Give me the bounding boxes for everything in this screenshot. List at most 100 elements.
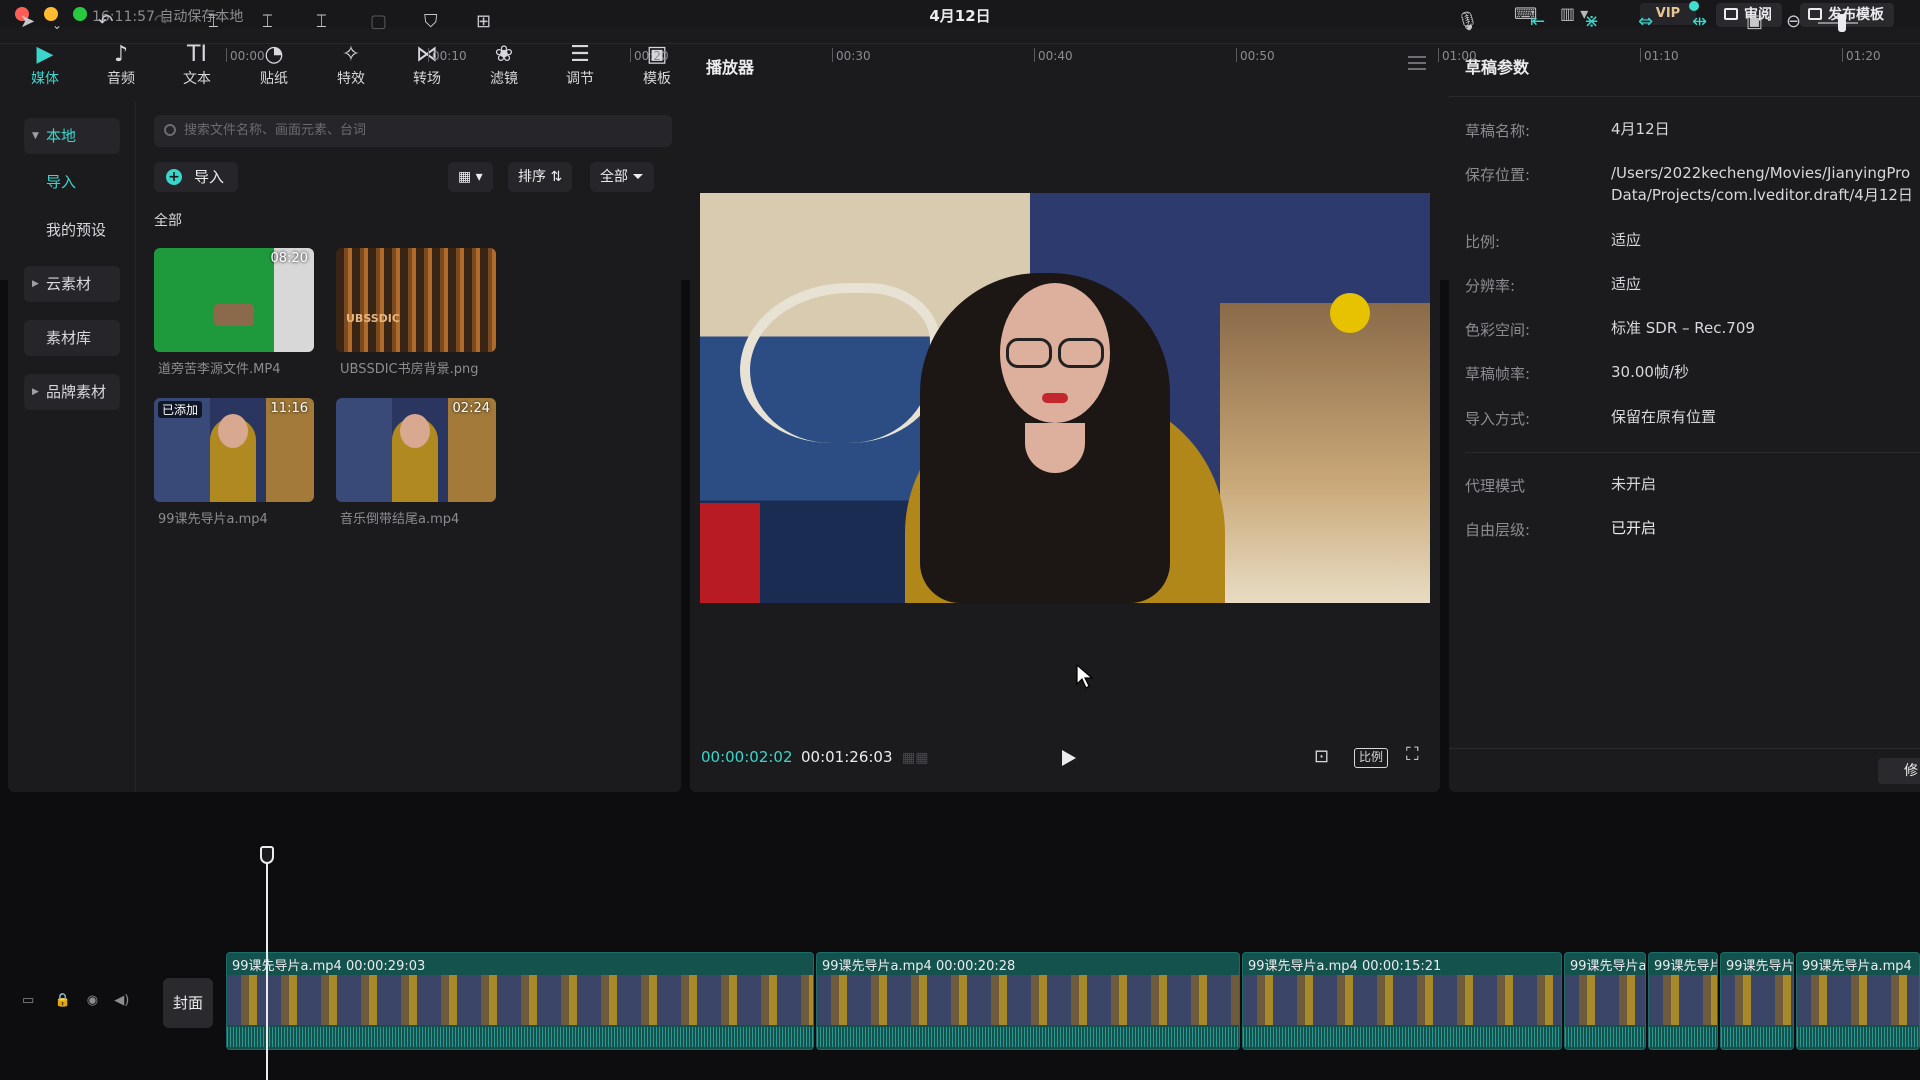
split-right-icon[interactable]: ⌶ <box>316 12 327 32</box>
nav-import[interactable]: 导入 <box>24 164 120 200</box>
redo-icon[interactable]: ↷ <box>154 12 169 32</box>
timecode-grid-icon[interactable]: ▦▦ <box>902 750 928 766</box>
section-label: 全部 <box>154 213 182 229</box>
playhead-handle[interactable] <box>260 846 274 864</box>
search-placeholder: 搜索文件名称、画面元素、台词 <box>184 123 367 138</box>
view-mode-button[interactable]: ▦ ▾ <box>448 162 493 192</box>
microphone-icon[interactable]: 🎙 <box>1456 12 1479 32</box>
timeline-preview-icon[interactable]: ▣ <box>1746 12 1763 32</box>
fullscreen-icon[interactable]: ⛶ <box>1406 744 1419 765</box>
audio-waveform <box>1649 1027 1717 1047</box>
video-clip[interactable]: 99课先导片a.mp4 00:00:15:21 <box>1242 952 1562 1050</box>
delete-icon[interactable]: ▢ <box>370 12 387 32</box>
main-track-magnet-icon[interactable]: ⇤ <box>1530 12 1545 32</box>
timeline-ruler[interactable]: 00:00 00:10 00:20 00:30 00:40 00:50 01:0… <box>218 48 1920 72</box>
ratio-button[interactable]: 比例 <box>1354 748 1389 768</box>
prop-value: 适应 <box>1611 275 1642 293</box>
prop-value: 保留在原有位置 <box>1611 408 1717 426</box>
divider <box>1449 96 1920 97</box>
category-label: 调节 <box>566 71 594 87</box>
zoom-fit-icon[interactable]: ⊡ <box>1314 746 1329 767</box>
thumbnail-duration: 08:20 <box>270 251 308 266</box>
nav-local[interactable]: ▼ 本地 <box>24 118 120 154</box>
nav-presets-label: 我的预设 <box>46 221 107 239</box>
clip-thumbnails <box>1721 975 1793 1025</box>
marker-icon[interactable]: ⛉ <box>424 12 438 32</box>
desk-area <box>1220 303 1430 603</box>
clip-label: 99课先导片 <box>1654 959 1718 974</box>
playhead[interactable] <box>266 848 268 1080</box>
media-thumbnail[interactable]: 02:24 <box>336 398 496 502</box>
video-clip[interactable]: 99课先导片 <box>1648 952 1718 1050</box>
split-left-icon[interactable]: ⌶ <box>262 12 273 32</box>
collapse-arrow-icon: ▶ <box>32 279 39 289</box>
zoom-slider-handle[interactable] <box>1838 14 1846 32</box>
added-badge: 已添加 <box>158 401 203 418</box>
filter-button[interactable]: 全部 ⏷ <box>590 162 654 192</box>
nav-cloud[interactable]: ▶ 云素材 <box>24 266 120 302</box>
clip-thumbnails <box>1243 975 1561 1025</box>
video-clip[interactable]: 99课先导片a.mp4 <box>1796 952 1920 1050</box>
prop-value: 标准 SDR – Rec.709 <box>1611 319 1755 337</box>
nav-library[interactable]: 素材库 <box>24 320 120 356</box>
zoom-out-icon[interactable]: ⊖ <box>1786 12 1801 32</box>
category-label: 特效 <box>337 71 365 87</box>
prop-value: 4月12日 <box>1611 120 1670 138</box>
auto-reframe-icon[interactable]: ⊞ <box>476 12 491 32</box>
cover-button[interactable]: 封面 <box>163 978 213 1028</box>
audio-waveform <box>817 1027 1239 1047</box>
category-label: 媒体 <box>31 71 59 87</box>
total-time: 00:01:26:03 <box>801 748 893 766</box>
red-chair <box>700 503 760 603</box>
speaker-icon[interactable]: ◀) <box>114 993 129 1008</box>
prop-value: 30.00帧/秒 <box>1611 363 1689 381</box>
lock-icon[interactable]: 🔒 <box>54 993 70 1008</box>
prop-label: 代理模式 <box>1465 477 1526 495</box>
ruler-tick-label: 00:40 <box>1038 49 1073 63</box>
linkage-icon[interactable]: ⇔ <box>1638 12 1653 32</box>
ruler-tick-label: 01:10 <box>1644 49 1679 63</box>
video-clip[interactable]: 99课先导片a <box>1564 952 1646 1050</box>
sort-button[interactable]: 排序 ⇅ <box>508 162 573 192</box>
clip-thumbnails <box>1565 975 1645 1025</box>
face-shape <box>218 414 248 448</box>
preview-axis-icon[interactable]: ⇹ <box>1692 12 1707 32</box>
prop-label: 比例: <box>1465 233 1501 251</box>
category-label: 文本 <box>183 71 211 87</box>
category-media[interactable]: ▶ 媒体 <box>14 42 76 88</box>
chevron-down-icon[interactable]: ⌄ <box>52 15 62 35</box>
media-thumbnail[interactable]: 08:20 <box>154 248 314 352</box>
video-clip[interactable]: 99课先导片 <box>1720 952 1794 1050</box>
select-tool-icon[interactable]: ➤ <box>20 12 35 32</box>
undo-icon[interactable]: ↶ <box>98 12 113 32</box>
eye-icon[interactable]: ◉ <box>87 993 98 1008</box>
video-preview[interactable] <box>700 193 1430 603</box>
prop-value: /Users/2022kecheng/Movies/JianyingPro <box>1611 164 1911 182</box>
media-side-nav: ▼ 本地 导入 我的预设 ▶ 云素材 素材库 ▶ 品牌素材 <box>8 102 136 792</box>
ruler-tick-label: 01:20 <box>1846 49 1881 63</box>
ruler-tick: 00:50 <box>1236 48 1275 63</box>
thumbnail-duration: 11:16 <box>270 401 308 416</box>
nav-cloud-label: 云素材 <box>46 275 92 293</box>
modify-button[interactable]: 修 <box>1878 758 1920 784</box>
filter-icon: ⏷ <box>632 169 644 185</box>
video-clip[interactable]: 99课先导片a.mp4 00:00:29:03 <box>226 952 814 1050</box>
split-icon[interactable]: ⌶ <box>208 12 219 32</box>
face-shape <box>400 414 430 448</box>
play-button[interactable] <box>1062 750 1076 766</box>
prop-label: 导入方式: <box>1465 410 1531 428</box>
nav-brand[interactable]: ▶ 品牌素材 <box>24 374 120 410</box>
nav-local-label: 本地 <box>46 127 77 145</box>
media-thumbnail[interactable]: 已添加 11:16 <box>154 398 314 502</box>
import-button[interactable]: + 导入 <box>154 162 238 192</box>
media-thumbnail[interactable]: UBSSDIC <box>336 248 496 352</box>
video-clip[interactable]: 99课先导片a.mp4 00:00:20:28 <box>816 952 1240 1050</box>
media-search-input[interactable]: 搜索文件名称、画面元素、台词 <box>154 115 672 147</box>
track-thumbnail-icon[interactable]: ▭ <box>22 993 34 1008</box>
category-label: 音频 <box>107 71 135 87</box>
auto-snap-icon[interactable]: ⋇ <box>1584 12 1599 32</box>
category-audio[interactable]: ♪ 音频 <box>90 42 152 88</box>
nav-presets[interactable]: 我的预设 <box>24 212 120 248</box>
prop-value: 未开启 <box>1611 475 1657 493</box>
clip-label: 99课先导片a.mp4 00:00:20:28 <box>822 959 1016 974</box>
